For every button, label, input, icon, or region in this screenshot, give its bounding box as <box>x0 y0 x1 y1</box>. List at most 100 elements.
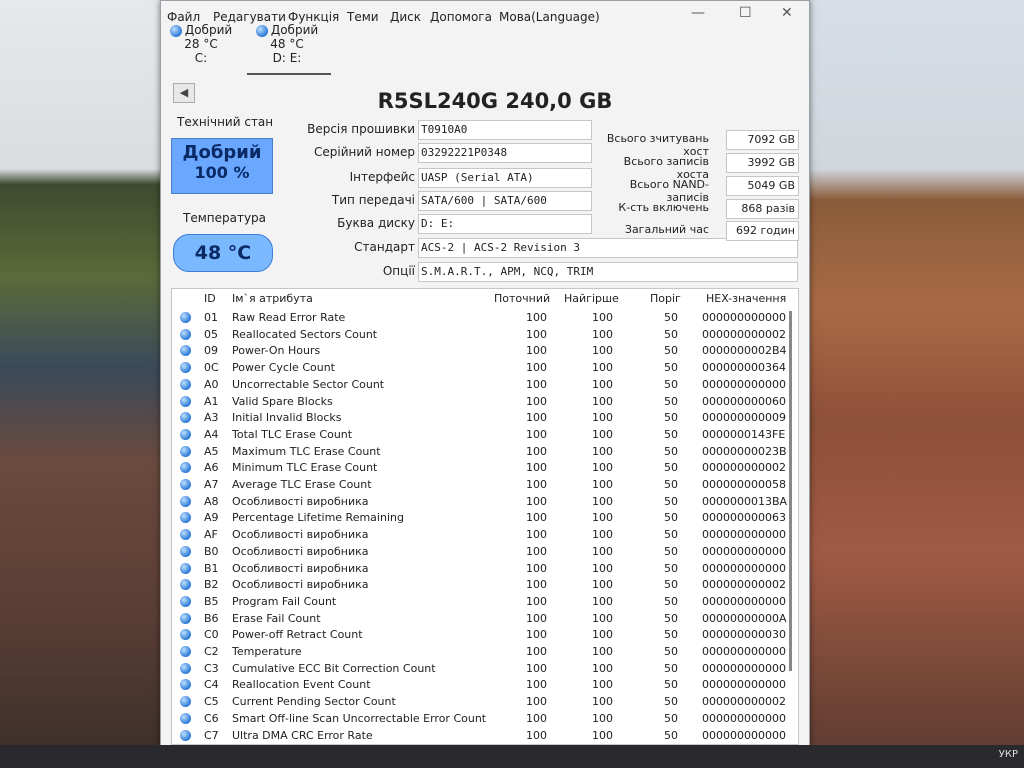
cell-hex: 000000000000 <box>702 544 786 558</box>
menu-edit[interactable]: Редагувати <box>213 10 286 24</box>
table-row[interactable]: A9 Percentage Lifetime Remaining 100 100 50 0… <box>172 510 798 527</box>
host-reads-value: 7092 GB <box>726 130 799 150</box>
table-row[interactable]: C4 Reallocation Event Count 100 100 50 000000… <box>172 677 798 694</box>
table-row[interactable]: C6 Smart Off-line Scan Uncorrectable Erro… <box>172 711 798 728</box>
health-status-button[interactable]: Добрий 100 % <box>171 138 273 194</box>
health-dot-icon <box>180 479 191 490</box>
taskbar: УКР <box>0 745 1024 768</box>
cell-threshold: 50 <box>664 594 678 608</box>
cell-hex: 000000000000 <box>702 678 786 692</box>
drive-letter-value: D: E: <box>418 214 592 234</box>
table-row[interactable]: B2 Особливості виробника 100 100 50 000000000… <box>172 577 798 594</box>
cell-id: C4 <box>204 678 219 692</box>
table-row[interactable]: A5 Maximum TLC Erase Count 100 100 50 0000000… <box>172 444 798 461</box>
table-row[interactable]: A4 Total TLC Erase Count 100 100 50 000000014… <box>172 427 798 444</box>
cell-id: C6 <box>204 711 219 725</box>
cell-worst: 100 <box>592 645 613 658</box>
col-hex[interactable]: HEX-значення <box>706 292 786 305</box>
drive-tab-de[interactable]: Добрий 48 °C D: E: <box>247 23 327 73</box>
cell-name: Power-off Retract Count <box>232 628 363 642</box>
table-scrollbar[interactable] <box>789 311 792 671</box>
table-row[interactable]: 09 Power-On Hours 100 100 50 0000000002B4 <box>172 343 798 360</box>
language-indicator[interactable]: УКР <box>999 749 1018 760</box>
cell-worst: 100 <box>592 544 613 558</box>
table-row[interactable]: C7 Ultra DMA CRC Error Rate 100 100 50 000000… <box>172 728 798 745</box>
menu-help[interactable]: Допомога <box>430 10 492 24</box>
health-dot-icon <box>180 395 191 407</box>
drive-status: Добрий <box>184 23 233 37</box>
cell-threshold: 50 <box>664 678 678 692</box>
table-row[interactable]: A6 Minimum TLC Erase Count 100 100 50 0000000… <box>172 460 798 477</box>
cell-current: 100 <box>526 327 547 341</box>
col-current[interactable]: Поточний <box>494 292 550 305</box>
cell-threshold: 50 <box>664 511 678 525</box>
menu-function[interactable]: Функція <box>288 10 339 24</box>
table-row[interactable]: C0 Power-off Retract Count 100 100 50 0000000… <box>172 627 798 644</box>
cell-threshold: 50 <box>664 544 678 558</box>
cell-threshold: 50 <box>664 578 678 592</box>
menu-language[interactable]: Мова(Language) <box>499 10 600 24</box>
minimize-button[interactable]: — <box>691 5 705 21</box>
temperature-button[interactable]: 48 °C <box>173 234 273 272</box>
table-row[interactable]: A7 Average TLC Erase Count 100 100 50 0000000… <box>172 477 798 494</box>
table-row[interactable]: C2 Temperature 100 100 50 000000000000 <box>172 644 798 661</box>
cell-id: C2 <box>204 645 219 658</box>
cell-name: Temperature <box>232 645 302 658</box>
cell-threshold: 50 <box>664 327 678 341</box>
cell-current: 100 <box>526 311 547 324</box>
col-name[interactable]: Ім`я атрибута <box>232 292 313 305</box>
cell-name: Особливості виробника <box>232 561 369 575</box>
menu-file[interactable]: Файл <box>167 10 200 24</box>
cell-hex: 000000000000 <box>702 377 786 391</box>
col-id[interactable]: ID <box>204 292 216 305</box>
cell-name: Uncorrectable Sector Count <box>232 377 385 391</box>
health-dot-icon <box>180 562 191 574</box>
menu-disk[interactable]: Диск <box>390 10 421 24</box>
health-dot-icon <box>180 646 191 657</box>
table-row[interactable]: 0C Power Cycle Count 100 100 50 000000000364 <box>172 360 798 377</box>
cell-id: A4 <box>204 427 219 441</box>
table-row[interactable]: C3 Cumulative ECC Bit Correction Count 100… <box>172 661 798 678</box>
drive-tab-c[interactable]: Добрий 28 °C C: <box>161 23 241 73</box>
table-row[interactable]: AF Особливості виробника 100 100 50 000000000… <box>172 527 798 544</box>
drive-title: R5SL240G 240,0 GB <box>377 89 613 113</box>
cell-name: Percentage Lifetime Remaining <box>232 511 404 525</box>
cell-hex: 000000000002 <box>702 578 786 592</box>
temperature-value: 48 °C <box>194 242 252 264</box>
cell-current: 100 <box>526 377 547 391</box>
col-threshold[interactable]: Поріг <box>650 292 681 305</box>
cell-id: C3 <box>204 661 219 675</box>
cell-worst: 100 <box>592 695 613 709</box>
drive-letter: D: E: <box>272 51 302 65</box>
table-row[interactable]: 01 Raw Read Error Rate 100 100 50 00000000000… <box>172 310 798 327</box>
cell-current: 100 <box>526 511 547 525</box>
menu-themes[interactable]: Теми <box>347 10 379 24</box>
cell-hex: 000000000002 <box>702 327 786 341</box>
cell-threshold: 50 <box>664 711 678 725</box>
table-row[interactable]: A3 Initial Invalid Blocks 100 100 50 00000000… <box>172 410 798 427</box>
maximize-button[interactable]: ☐ <box>739 5 752 21</box>
drive-temp: 28 °C <box>184 37 218 51</box>
table-row[interactable]: B0 Особливості виробника 100 100 50 000000000… <box>172 544 798 561</box>
col-worst[interactable]: Найгірше <box>564 292 619 305</box>
table-row[interactable]: A8 Особливості виробника 100 100 50 000000001… <box>172 494 798 511</box>
table-row[interactable]: 05 Reallocated Sectors Count 100 100 50 00000… <box>172 327 798 344</box>
table-row[interactable]: A1 Valid Spare Blocks 100 100 50 000000000060 <box>172 394 798 411</box>
table-row[interactable]: B6 Erase Fail Count 100 100 50 00000000000A <box>172 611 798 628</box>
cell-current: 100 <box>526 427 547 441</box>
table-row[interactable]: B5 Program Fail Count 100 100 50 000000000000 <box>172 594 798 611</box>
table-row[interactable]: B1 Особливості виробника 100 100 50 000000000… <box>172 561 798 578</box>
table-row[interactable]: A0 Uncorrectable Sector Count 100 100 50 0000… <box>172 377 798 394</box>
cell-threshold: 50 <box>664 728 678 742</box>
cell-current: 100 <box>526 728 547 742</box>
table-row[interactable]: C5 Current Pending Sector Count 100 100 50 00… <box>172 694 798 711</box>
close-button[interactable]: ✕ <box>781 5 793 21</box>
cell-current: 100 <box>526 444 547 458</box>
cell-name: Program Fail Count <box>232 594 337 608</box>
health-dot-icon <box>180 445 191 457</box>
cell-id: A5 <box>204 444 219 458</box>
cell-worst: 100 <box>592 361 613 375</box>
health-dot-icon <box>255 24 268 37</box>
cell-id: A7 <box>204 478 219 491</box>
cell-current: 100 <box>526 461 547 475</box>
